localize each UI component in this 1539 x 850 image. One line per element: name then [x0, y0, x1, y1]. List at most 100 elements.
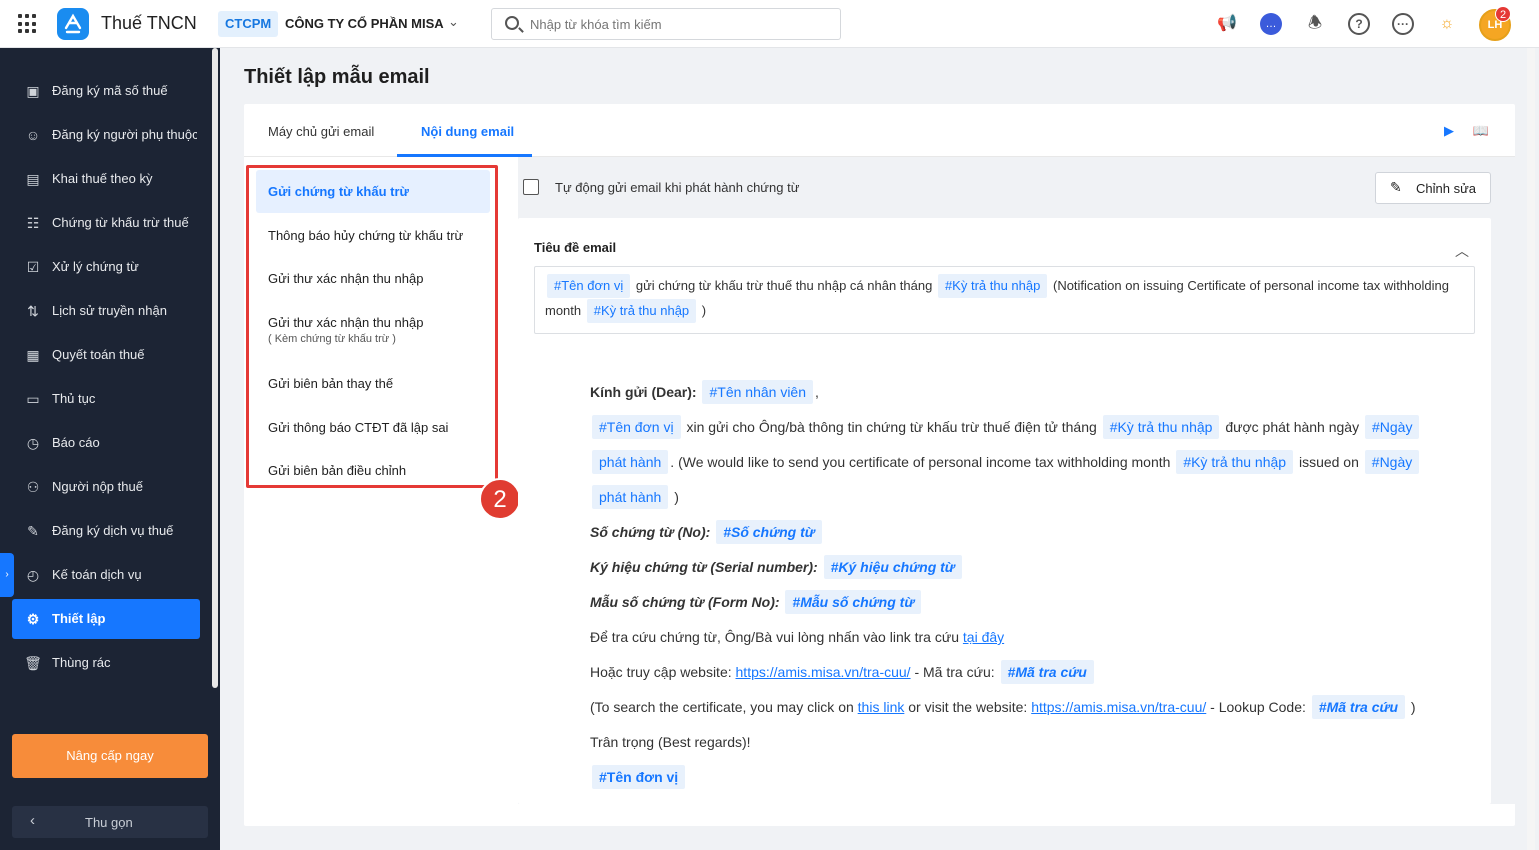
- accounting-icon: ◴: [26, 567, 40, 583]
- chat-icon[interactable]: …: [1260, 13, 1282, 35]
- tag-date: phát hành: [592, 450, 669, 474]
- sidebar-item-report[interactable]: ◷ Báo cáo: [12, 423, 200, 463]
- body-line: Mẫu số chứng từ (Form No): #Mẫu số chứng…: [590, 585, 1450, 620]
- body-line: (To search the certificate, you may clic…: [590, 690, 1450, 725]
- auto-send-label: Tự động gửi email khi phát hành chứng từ: [555, 180, 800, 195]
- sidebar-item-history[interactable]: ⇅ Lịch sử truyền nhận: [12, 291, 200, 331]
- app-title: Thuế TNCN: [101, 13, 197, 33]
- subject-text: ): [701, 303, 707, 318]
- sidebar-scrollbar[interactable]: [212, 48, 218, 688]
- body-text: ): [1410, 699, 1416, 715]
- apps-grid-icon[interactable]: [18, 14, 38, 34]
- this-link[interactable]: this link: [858, 699, 905, 715]
- collapse-button[interactable]: ‹ Thu gọn: [12, 806, 208, 838]
- pencil-icon: ✎: [1390, 179, 1402, 195]
- help-icon[interactable]: ?: [1348, 13, 1370, 35]
- users-icon: ☺: [25, 127, 41, 143]
- sidebar-item-settings[interactable]: ⚙ Thiết lập: [12, 599, 200, 639]
- tag-date: #Ngày: [1364, 450, 1420, 474]
- sidebar-item-label: Khai thuế theo kỳ: [52, 171, 153, 186]
- body-line: Để tra cứu chứng từ, Ông/Bà vui lòng nhấ…: [590, 620, 1450, 655]
- sidebar-item-label: Đăng ký người phụ thuộc: [52, 127, 197, 142]
- auto-send-checkbox[interactable]: [523, 179, 539, 195]
- document-icon: ▤: [26, 171, 40, 187]
- body-text: - Lookup Code:: [1210, 699, 1306, 715]
- body-line: Số chứng từ (No): #Số chứng từ: [590, 515, 1450, 550]
- sidebar-item-process[interactable]: ☑ Xử lý chứng từ: [12, 247, 200, 287]
- search-icon: [505, 16, 519, 30]
- notification-badge: 2: [1495, 6, 1511, 22]
- tenant-name[interactable]: CÔNG TY CỔ PHẦN MISA: [285, 16, 444, 31]
- sidebar-item-trash[interactable]: 🗑 Thùng rác: [12, 643, 200, 683]
- body-text: (To search the certificate, you may clic…: [590, 699, 854, 715]
- transfer-icon: ⇅: [27, 303, 39, 319]
- sidebar-item-label: Người nộp thuế: [52, 479, 143, 494]
- upgrade-button[interactable]: Nâng cấp ngay: [12, 734, 208, 778]
- sidebar-item-dependents[interactable]: ☺ Đăng ký người phụ thuộc: [12, 115, 200, 155]
- serial-label: Ký hiệu chứng từ (Serial number):: [590, 559, 818, 575]
- dear-label: Kính gửi (Dear):: [590, 384, 697, 400]
- tag-number: #Số chứng từ: [716, 520, 822, 544]
- tab-email-content[interactable]: Nội dung email: [421, 124, 514, 139]
- bell-icon[interactable]: 🕭: [1304, 13, 1326, 35]
- search-input[interactable]: [530, 14, 830, 34]
- body-line: Hoặc truy cập website: https://amis.misa…: [590, 655, 1450, 690]
- more-icon[interactable]: ···: [1392, 13, 1414, 35]
- sidebar-item-service-register[interactable]: ✎ Đăng ký dịch vụ thuế: [12, 511, 200, 551]
- tab-email-server[interactable]: Máy chủ gửi email: [268, 124, 374, 139]
- tag-code: #Mã tra cứu: [1311, 695, 1406, 719]
- tag-unit: #Tên đơn vị: [547, 274, 631, 298]
- tag-unit: #Tên đơn vị: [592, 765, 686, 789]
- lookup-link[interactable]: tại đây: [963, 629, 1004, 645]
- edit-button[interactable]: ✎ Chỉnh sửa: [1375, 172, 1491, 204]
- tag-period: #Kỳ trả thu nhập: [937, 274, 1048, 298]
- sidebar-item-label: Chứng từ khấu trừ thuế: [52, 215, 189, 230]
- sidebar-item-withholding[interactable]: ☷ Chứng từ khấu trừ thuế: [12, 203, 200, 243]
- chevron-right-icon[interactable]: ›: [0, 553, 14, 597]
- settle-icon: ▦: [26, 347, 40, 363]
- subject-box: #Tên đơn vị gửi chứng từ khấu trừ thuế t…: [534, 266, 1475, 334]
- body-text: - Mã tra cứu:: [914, 664, 995, 680]
- chevron-up-icon[interactable]: ︿: [1455, 241, 1469, 261]
- edit-button-label: Chỉnh sửa: [1416, 181, 1477, 196]
- megaphone-icon[interactable]: 📢: [1216, 13, 1238, 35]
- body-line: #Tên đơn vị: [590, 760, 1450, 795]
- body-text: ): [674, 489, 679, 505]
- collapse-label: Thu gọn: [85, 815, 133, 830]
- top-bar: Thuế TNCN CTCPM CÔNG TY CỔ PHẦN MISA ⌄ 📢…: [0, 0, 1539, 48]
- sidebar-item-label: Đăng ký mã số thuế: [52, 83, 168, 98]
- body-text: Để tra cứu chứng từ, Ông/Bà vui lòng nhấ…: [590, 629, 960, 645]
- sidebar-item-label: Thiết lập: [52, 611, 106, 626]
- highlight-frame: [246, 165, 498, 488]
- tag-serial: #Ký hiệu chứng từ: [823, 555, 962, 579]
- website-link[interactable]: https://amis.misa.vn/tra-cuu/: [1031, 699, 1206, 715]
- register-icon: ✎: [27, 523, 39, 539]
- chevron-down-icon[interactable]: ⌄: [448, 14, 459, 30]
- tag-employee: #Tên nhân viên: [702, 380, 814, 404]
- sidebar-item-taxpayer[interactable]: ⚇ Người nộp thuế: [12, 467, 200, 507]
- page-scrollbar[interactable]: [1527, 48, 1535, 850]
- gear-icon: ⚙: [26, 611, 40, 627]
- subject-label: Tiêu đề email: [534, 240, 617, 255]
- page-title: Thiết lập mẫu email: [244, 66, 430, 88]
- tenant-tag[interactable]: CTCPM: [218, 11, 279, 37]
- tag-unit: #Tên đơn vị: [592, 415, 681, 439]
- body-line: Ký hiệu chứng từ (Serial number): #Ký hi…: [590, 550, 1450, 585]
- sidebar-item-label: Kế toán dịch vụ: [52, 567, 142, 582]
- sidebar-item-settlement[interactable]: ▦ Quyết toán thuế: [12, 335, 200, 375]
- sidebar-item-procedure[interactable]: ▭ Thủ tục: [12, 379, 200, 419]
- book-icon[interactable]: 📖: [1472, 123, 1490, 139]
- sidebar-item-accounting[interactable]: ◴ Kế toán dịch vụ: [12, 555, 200, 595]
- tag-date: phát hành: [592, 485, 669, 509]
- sidebar-item-tax-code[interactable]: ▣ Đăng ký mã số thuế: [12, 71, 200, 111]
- website-link[interactable]: https://amis.misa.vn/tra-cuu/: [736, 664, 911, 680]
- video-icon[interactable]: ▶: [1440, 123, 1458, 139]
- sidebar-item-periodic-tax[interactable]: ▤ Khai thuế theo kỳ: [12, 159, 200, 199]
- receipt-icon: ☷: [26, 215, 40, 231]
- tag-period: #Kỳ trả thu nhập: [1176, 450, 1294, 474]
- body-line: phát hành ): [590, 480, 1450, 515]
- light-icon[interactable]: ☼: [1436, 13, 1458, 35]
- search-box[interactable]: [491, 8, 841, 40]
- body-text: or visit the website:: [908, 699, 1028, 715]
- body-text: issued on: [1298, 454, 1359, 470]
